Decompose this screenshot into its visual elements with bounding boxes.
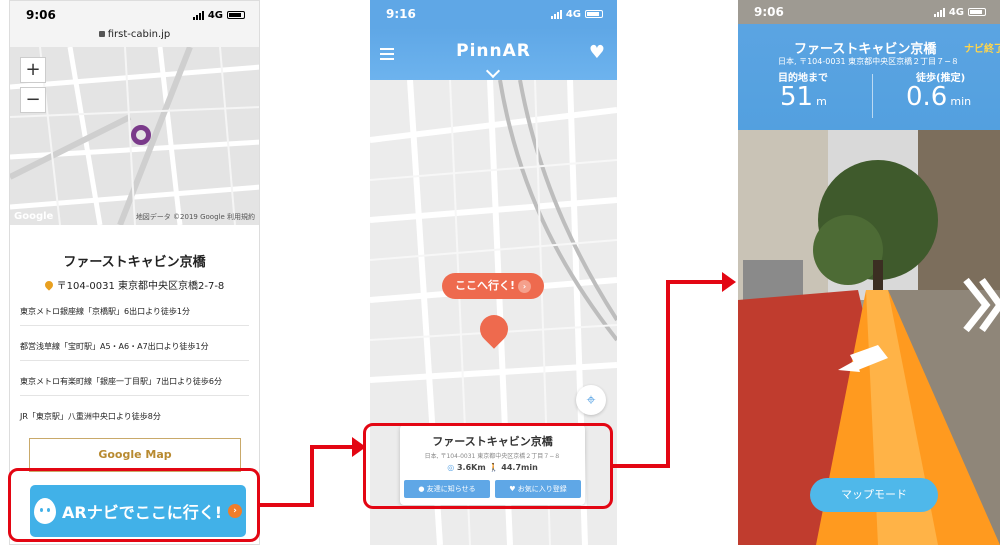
status-signal: 4G xyxy=(550,8,603,20)
phone-ar-navigation-screen: 9:06 4G ファーストキャビン京橋 ナビ終了 日本, 〒104-0031 東… xyxy=(738,0,1000,545)
walk-value: 0.6 xyxy=(906,82,948,112)
status-time: 9:16 xyxy=(386,7,416,21)
battery-icon xyxy=(585,10,603,18)
url-bar[interactable]: first-cabin.jp xyxy=(10,29,259,47)
chevron-down-icon[interactable] xyxy=(485,63,501,79)
map-zoom-in-button[interactable]: + xyxy=(20,57,46,83)
address-text: 〒104-0031 東京都中央区京橋2-7-8 xyxy=(56,281,225,292)
distance-value: 51 xyxy=(780,82,814,112)
battery-icon xyxy=(227,11,245,19)
map-mode-button[interactable]: マップモード xyxy=(810,478,938,512)
end-navigation-button[interactable]: ナビ終了 xyxy=(964,40,1000,55)
arrow-1-line xyxy=(260,445,355,507)
status-signal: 4G xyxy=(192,9,245,21)
ar-destination-title: ファーストキャビン京橋 xyxy=(794,42,937,57)
access-item: 都営浅草線「宝町駅」A5・A6・A7出口より徒歩1分 xyxy=(20,341,249,361)
arrow-2-head xyxy=(722,272,736,292)
highlight-destination-card xyxy=(363,423,613,509)
network-type: 4G xyxy=(565,8,581,20)
phone-website-screen: 9:06 4G first-cabin.jp + − Google 地図データ … xyxy=(9,0,260,545)
signal-icon xyxy=(550,9,562,19)
google-map-button[interactable]: Google Map xyxy=(29,438,241,472)
hotel-address: 〒104-0031 東京都中央区京橋2-7-8 xyxy=(10,277,259,292)
access-item: 東京メトロ有楽町線「銀座一丁目駅」7出口より徒歩6分 xyxy=(20,376,249,396)
lock-icon xyxy=(98,31,105,37)
embedded-map[interactable]: + − Google 地図データ ©2019 Google 利用規約 xyxy=(10,47,259,225)
ar-destination-address: 日本, 〒104-0031 東京都中央区京橋２丁目７−８ xyxy=(778,57,959,66)
goto-label: ここへ行く! xyxy=(454,279,516,292)
hotel-name: ファーストキャビン京橋 xyxy=(63,255,206,270)
status-bar: 9:06 4G xyxy=(10,1,259,29)
current-location-icon[interactable]: ⌖ xyxy=(576,385,606,415)
network-type: 4G xyxy=(948,6,964,18)
header-divider xyxy=(872,74,873,118)
battery-icon xyxy=(968,8,986,16)
access-item: 東京メトロ銀座線「京橋駅」6出口より徒歩1分 xyxy=(20,306,249,326)
highlight-ar-button xyxy=(8,468,260,542)
chevron-right-icon: › xyxy=(518,280,532,293)
map-zoom-out-button[interactable]: − xyxy=(20,87,46,113)
status-time: 9:06 xyxy=(754,5,784,19)
favorite-add-icon[interactable]: ♥ xyxy=(589,42,605,63)
walk-unit: min xyxy=(950,95,972,108)
location-pin-icon xyxy=(43,279,55,291)
status-bar: 9:06 4G xyxy=(738,0,1000,24)
destination-marker-icon[interactable] xyxy=(131,125,151,145)
google-logo: Google xyxy=(14,211,54,222)
map-credit[interactable]: 地図データ ©2019 Google 利用規約 xyxy=(136,212,255,222)
walk-readout: 0.6 min xyxy=(906,82,971,112)
app-title: PinnAR xyxy=(456,41,531,61)
status-time: 9:06 xyxy=(26,8,56,22)
ar-info-header: ファーストキャビン京橋 ナビ終了 日本, 〒104-0031 東京都中央区京橋２… xyxy=(738,24,1000,130)
distance-unit: m xyxy=(816,95,827,108)
network-type: 4G xyxy=(207,9,223,21)
distance-readout: 51 m xyxy=(780,82,827,112)
arrow-2-line xyxy=(613,280,725,468)
status-bar: 9:16 4G xyxy=(370,0,617,28)
signal-icon xyxy=(192,10,204,20)
status-signal: 4G xyxy=(933,6,986,18)
goto-here-button[interactable]: ここへ行く! › xyxy=(442,273,544,299)
url-text: first-cabin.jp xyxy=(107,29,171,40)
app-header: PinnAR ♥ xyxy=(370,28,617,80)
signal-icon xyxy=(933,7,945,17)
access-item: JR「東京駅」八重洲中央口より徒歩8分 xyxy=(20,412,161,421)
